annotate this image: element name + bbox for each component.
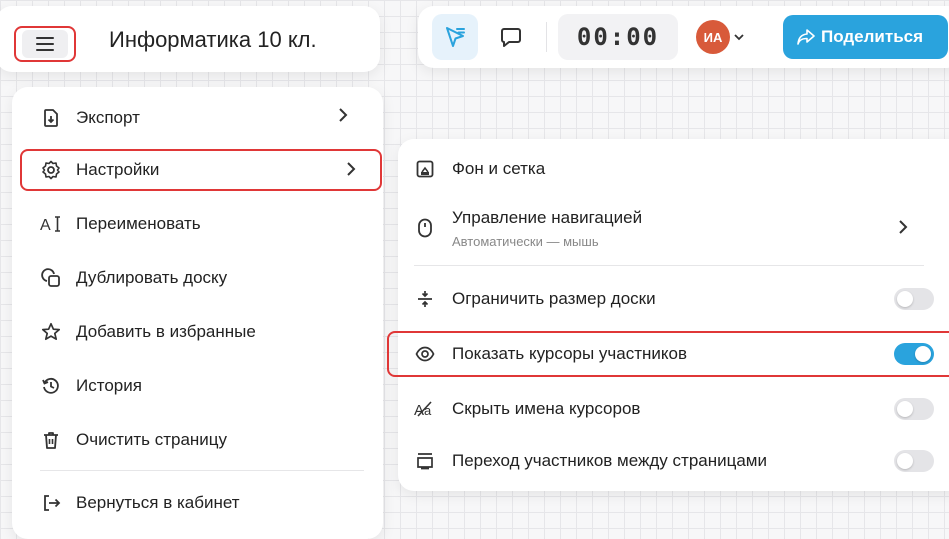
hamburger-icon	[22, 30, 68, 58]
gear-icon	[40, 159, 62, 181]
navigation-text: Управление навигацией Автоматически — мы…	[452, 207, 643, 249]
settings-item-background[interactable]: Фон и сетка	[398, 149, 949, 189]
main-menu: Экспорт Настройки A Переименовать Дублир…	[12, 87, 383, 539]
menu-item-duplicate[interactable]: Дублировать доску	[22, 257, 372, 299]
page-navigation-toggle[interactable]	[894, 450, 934, 472]
settings-item-navigation[interactable]: Управление навигацией Автоматически — мы…	[398, 197, 949, 259]
toolbar-divider	[546, 22, 547, 52]
limit-size-icon	[414, 288, 436, 310]
submenu-divider	[414, 265, 924, 266]
navigation-value: Автоматически — мышь	[452, 233, 599, 249]
chevron-down-icon[interactable]	[734, 30, 744, 44]
comment-icon	[501, 28, 521, 47]
settings-item-hide-cursor-names[interactable]: Aa Скрыть имена курсоров	[398, 387, 949, 431]
settings-item-limit-board-size[interactable]: Ограничить размер доски	[398, 277, 949, 321]
exit-icon	[40, 492, 62, 514]
pages-icon	[414, 450, 436, 472]
rename-icon: A	[40, 213, 62, 235]
limit-board-size-toggle[interactable]	[894, 288, 934, 310]
menu-item-back-to-cabinet[interactable]: Вернуться в кабинет	[22, 482, 372, 524]
eye-icon	[414, 343, 436, 365]
chevron-right-icon	[346, 161, 356, 182]
board-title[interactable]: Информатика 10 кл.	[109, 27, 317, 53]
top-toolbar: 00:00 ИА Поделиться	[418, 6, 949, 68]
board-title-bar: Информатика 10 кл.	[0, 6, 380, 72]
chevron-right-icon	[338, 107, 348, 128]
share-button[interactable]: Поделиться	[783, 15, 948, 59]
mouse-icon	[414, 217, 436, 239]
hide-cursor-names-toggle[interactable]	[894, 398, 934, 420]
history-icon	[40, 375, 62, 397]
menu-item-history[interactable]: История	[22, 365, 372, 407]
comment-button[interactable]	[488, 14, 534, 60]
menu-item-clear-page[interactable]: Очистить страницу	[22, 419, 372, 461]
avatar[interactable]: ИА	[696, 20, 730, 54]
menu-item-settings[interactable]: Настройки	[20, 149, 382, 191]
participant-pointer-button[interactable]	[432, 14, 478, 60]
menu-item-favorite[interactable]: Добавить в избранные	[22, 311, 372, 353]
menu-item-rename[interactable]: A Переименовать	[22, 203, 372, 245]
share-icon	[797, 29, 815, 45]
settings-submenu: Фон и сетка Управление навигацией Автома…	[387, 139, 949, 491]
share-label: Поделиться	[821, 27, 924, 46]
menu-divider	[40, 470, 364, 471]
export-icon	[40, 107, 62, 129]
timer-button[interactable]: 00:00	[558, 14, 678, 60]
settings-item-show-cursors[interactable]: Показать курсоры участников	[387, 331, 949, 377]
chevron-right-icon	[898, 219, 908, 240]
hide-names-icon: Aa	[414, 398, 436, 420]
trash-icon	[40, 429, 62, 451]
background-grid-icon	[414, 158, 436, 180]
star-icon	[40, 321, 62, 343]
settings-item-page-navigation[interactable]: Переход участников между страницами	[398, 439, 949, 483]
show-cursors-toggle[interactable]	[894, 343, 934, 365]
duplicate-icon	[40, 267, 62, 289]
svg-text:A: A	[40, 217, 51, 234]
main-menu-button[interactable]	[14, 26, 76, 62]
pointer-icon	[446, 27, 465, 47]
menu-item-export[interactable]: Экспорт	[22, 97, 372, 139]
